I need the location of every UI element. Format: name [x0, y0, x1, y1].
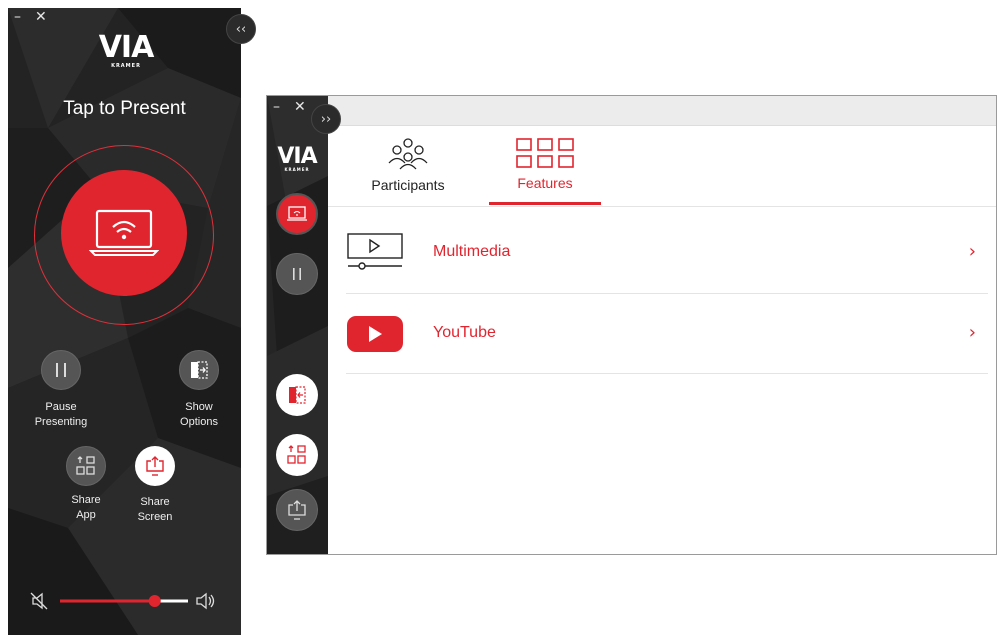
page-title: Tap to Present — [63, 98, 186, 119]
show-options-button[interactable] — [179, 350, 219, 390]
expand-button[interactable]: ›› — [311, 104, 341, 134]
show-options-label: Show Options — [180, 401, 218, 428]
share-screen-icon — [146, 456, 164, 476]
pause-button[interactable] — [276, 253, 318, 295]
feature-row-multimedia[interactable]: Multimedia › — [346, 207, 988, 294]
volume-knob[interactable] — [148, 595, 161, 607]
features-grid-icon — [516, 138, 574, 168]
show-options-icon — [289, 386, 306, 404]
tab-features[interactable]: Features — [489, 136, 601, 205]
share-app-button[interactable] — [276, 434, 318, 476]
via-main-panel: – ✕ VIA KRAMER Tap to Present Pause Pres… — [8, 8, 241, 635]
close-button[interactable]: ✕ — [294, 100, 306, 114]
volume-slider[interactable] — [30, 590, 220, 612]
multimedia-icon — [347, 233, 403, 270]
youtube-label: YouTube — [433, 324, 496, 341]
multimedia-label: Multimedia — [433, 243, 511, 260]
pause-presenting-label: Pause Presenting — [34, 401, 88, 428]
share-app-icon — [287, 445, 306, 464]
mute-icon[interactable] — [30, 592, 48, 610]
speaker-icon[interactable] — [196, 592, 215, 610]
show-options-icon — [191, 361, 208, 379]
close-button[interactable]: ✕ — [35, 10, 47, 24]
show-options-button[interactable] — [276, 374, 318, 416]
pause-presenting-button[interactable] — [41, 350, 81, 390]
tab-participants-label: Participants — [371, 177, 445, 193]
present-icon — [287, 206, 307, 221]
participants-icon — [388, 138, 428, 170]
tab-features-label: Features — [517, 175, 573, 191]
pause-icon — [293, 268, 301, 280]
via-logo: VIA KRAMER — [98, 30, 155, 69]
via-logo: VIA KRAMER — [277, 144, 317, 172]
share-app-label: Share App — [71, 494, 101, 521]
tab-participants[interactable]: Participants — [362, 136, 454, 193]
share-screen-label: Share Screen — [137, 496, 173, 523]
share-screen-button[interactable] — [276, 489, 318, 531]
collapse-button[interactable]: ‹‹ — [226, 14, 256, 44]
title-bar — [328, 96, 996, 126]
minimize-button[interactable]: – — [14, 10, 21, 24]
share-app-button[interactable] — [66, 446, 106, 486]
via-features-window: – ✕ VIA KRAMER Participants Features Mul… — [266, 95, 997, 555]
collapsed-sidebar: – ✕ VIA KRAMER — [267, 96, 328, 554]
chevron-right-icon: › — [968, 322, 976, 343]
feature-row-youtube[interactable]: YouTube › — [346, 293, 988, 374]
chevron-right-icon: › — [968, 241, 976, 262]
laptop-wifi-icon — [89, 209, 159, 256]
active-tab-indicator — [489, 202, 601, 205]
youtube-icon — [347, 316, 403, 352]
share-app-icon — [76, 456, 95, 475]
present-button[interactable] — [276, 193, 318, 235]
minimize-button[interactable]: – — [273, 100, 280, 114]
share-screen-icon — [288, 500, 306, 520]
pause-icon — [56, 363, 66, 377]
share-screen-button[interactable] — [135, 446, 175, 486]
tap-to-present-button[interactable] — [61, 170, 187, 296]
